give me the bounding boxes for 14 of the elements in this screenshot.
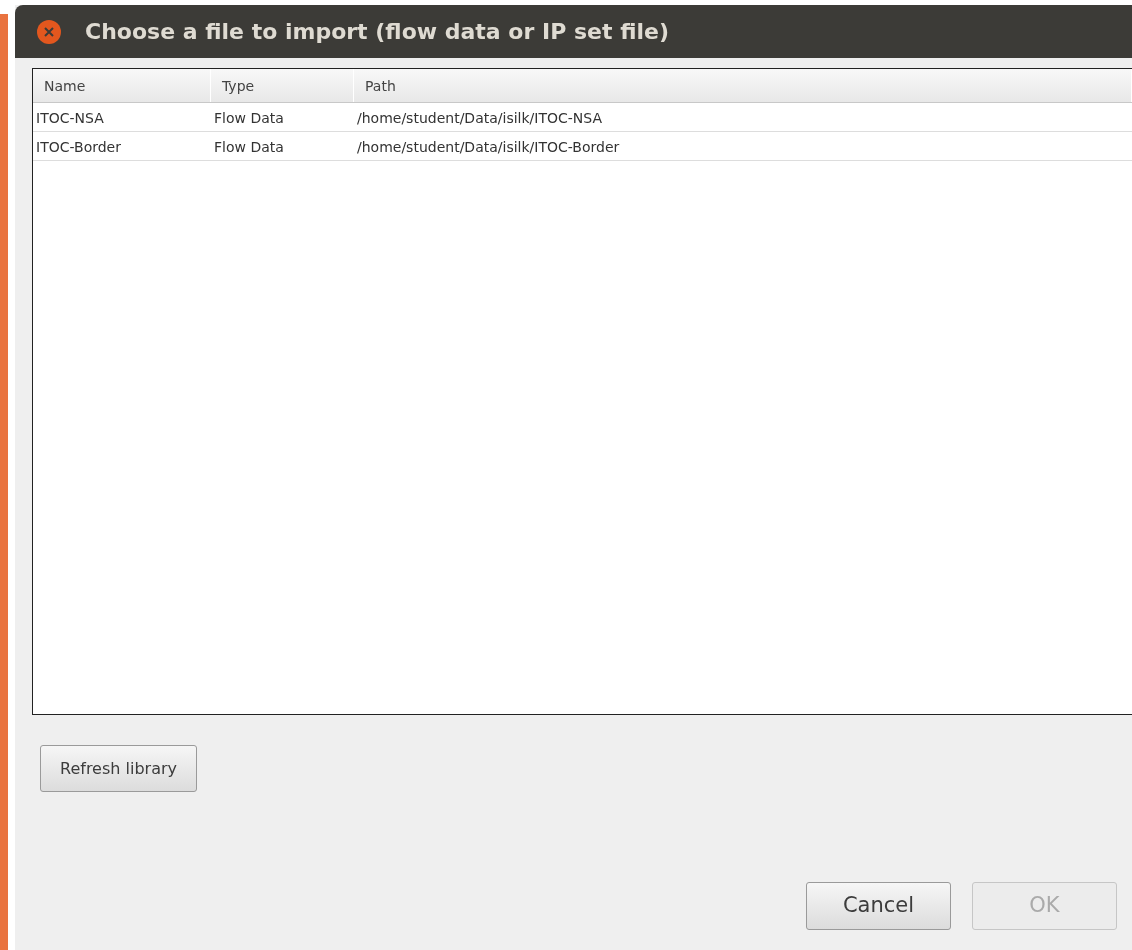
column-header[interactable]: Name <box>33 69 211 102</box>
refresh-button[interactable]: Refresh library <box>40 745 197 792</box>
window-title: Choose a file to import (flow data or IP set file) <box>85 18 669 46</box>
cancel-button[interactable]: Cancel <box>806 882 951 930</box>
table-cell: /home/student/Data/isilk/ITOC-Border <box>357 139 620 155</box>
column-header[interactable]: Type <box>211 69 354 102</box>
table-cell: Flow Data <box>214 110 284 126</box>
close-icon <box>44 26 54 37</box>
table-cell: Flow Data <box>214 139 284 155</box>
close-button[interactable] <box>37 19 61 44</box>
table-cell: /home/student/Data/isilk/ITOC-NSA <box>357 110 602 126</box>
table-cell: ITOC-NSA <box>36 110 104 126</box>
table-cell: ITOC-Border <box>36 139 121 155</box>
column-header[interactable]: Path <box>354 69 1132 102</box>
